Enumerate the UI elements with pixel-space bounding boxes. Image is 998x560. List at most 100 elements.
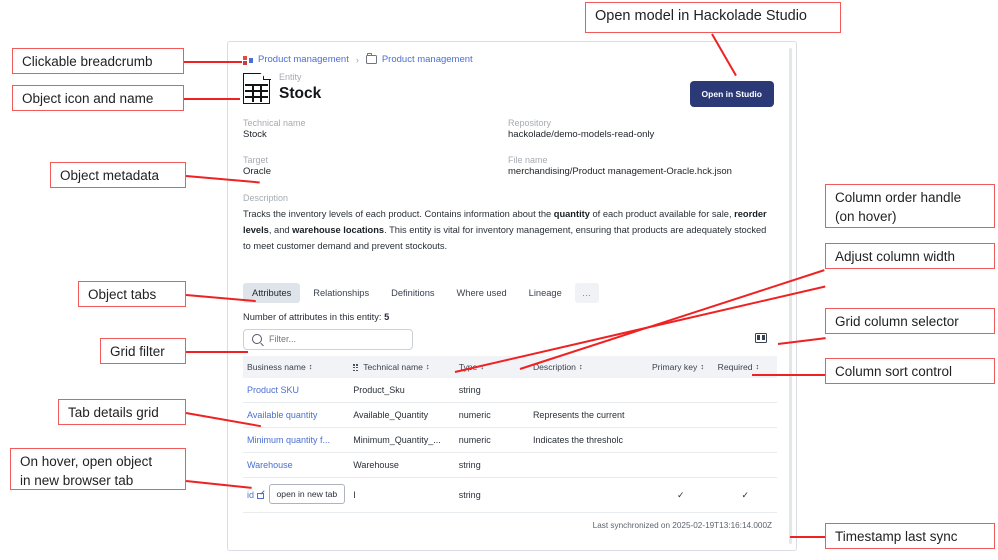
cell-type: string: [454, 378, 529, 404]
object-detail-panel: Product management › Product management …: [227, 41, 797, 551]
breadcrumb[interactable]: Product management › Product management: [243, 53, 774, 65]
panel-scrollbar[interactable]: [789, 48, 792, 544]
open-in-studio-button[interactable]: Open in Studio: [689, 81, 774, 107]
cell-primary-key: ✓: [647, 477, 714, 514]
callout-timestamp-last-sync: Timestamp last sync: [825, 523, 995, 549]
metadata-value: hackolade/demo-models-read-only: [508, 129, 655, 141]
business-name-link[interactable]: Available quantity: [247, 410, 317, 420]
search-input[interactable]: [267, 333, 401, 346]
attribute-count-value: 5: [384, 311, 390, 322]
metadata-value: Stock: [243, 129, 267, 141]
folder-icon: [365, 53, 377, 64]
tab-where-used[interactable]: Where used: [448, 283, 516, 303]
tab-lineage[interactable]: Lineage: [520, 283, 571, 303]
column-header-primary-key[interactable]: Primary key ↕: [647, 355, 714, 379]
business-name-link[interactable]: Product SKU: [247, 385, 299, 395]
column-header-label: Business name: [247, 361, 306, 372]
column-header-technical-name[interactable]: Technical name ↕: [349, 355, 455, 379]
object-header: Entity Stock Open in Studio: [243, 72, 774, 107]
description-emphasis: warehouse locations: [292, 225, 385, 236]
cell-type: string: [454, 477, 529, 514]
cell-required: [713, 402, 777, 429]
cell-technical-name: I: [349, 477, 455, 514]
column-sort-control-icon[interactable]: ↕: [426, 363, 430, 371]
callout-object-tabs: Object tabs: [78, 281, 186, 307]
object-type-label: Entity: [279, 72, 302, 82]
column-sort-control-icon[interactable]: ↕: [700, 363, 704, 371]
cell-description: [528, 378, 648, 404]
column-header-label: Primary key: [651, 361, 698, 372]
cell-primary-key: [647, 427, 714, 454]
breadcrumb-item-folder[interactable]: Product management: [382, 54, 473, 65]
metadata-field-technical-name: Technical name Stock: [243, 117, 508, 142]
cell-type: numeric: [454, 402, 529, 429]
callout-grid-column-selector: Grid column selector: [825, 308, 995, 334]
business-name-link[interactable]: id: [247, 490, 254, 500]
table-row[interactable]: Available quantity Available_Quantity nume…: [243, 402, 777, 429]
table-row[interactable]: Minimum quantity f... Minimum_Quantity_..…: [243, 427, 777, 454]
object-tabs[interactable]: Attributes Relationships Definitions Where …: [243, 282, 774, 303]
column-sort-control-icon[interactable]: ↕: [579, 363, 583, 371]
description-emphasis: quantity: [553, 208, 590, 219]
leader-timestamp: [790, 536, 826, 538]
metadata-label: Technical name: [243, 118, 306, 128]
grid-toolbar: [243, 328, 774, 350]
tab-relationships[interactable]: Relationships: [304, 283, 378, 303]
cell-business-name[interactable]: Minimum quantity f...: [243, 427, 350, 454]
cell-business-name[interactable]: Warehouse: [243, 452, 350, 479]
description-span: Tracks the inventory levels of each prod…: [243, 208, 554, 219]
cell-primary-key: [647, 402, 714, 429]
tab-overflow[interactable]: …: [574, 282, 600, 303]
object-metadata: Technical name Stock Repository hackolad…: [243, 117, 774, 179]
breadcrumb-separator-icon: ›: [355, 54, 359, 65]
callout-adjust-column-width: Adjust column width: [825, 243, 995, 269]
metadata-value: merchandising/Product management-Oracle.…: [508, 166, 732, 178]
cell-required: [713, 452, 777, 479]
column-header-type[interactable]: Type ↕: [454, 355, 529, 379]
cell-description: [528, 452, 648, 479]
metadata-field-target: Target Oracle: [243, 154, 508, 179]
open-in-new-tab-icon[interactable]: [257, 492, 264, 500]
business-name-link[interactable]: Warehouse: [247, 460, 293, 470]
callout-object-icon-name: Object icon and name: [12, 85, 184, 111]
breadcrumb-item-model[interactable]: Product management: [258, 54, 349, 65]
cell-primary-key: [647, 378, 714, 404]
cell-technical-name: Available_Quantity: [349, 402, 455, 429]
attribute-count-label: Number of attributes in this entity:: [243, 311, 385, 322]
cell-business-name[interactable]: id open in new tab: [243, 477, 350, 514]
callout-grid-filter: Grid filter: [100, 338, 186, 364]
table-row[interactable]: Product SKU Product_Sku string: [243, 378, 777, 404]
leader-column-sort: [752, 374, 826, 376]
callout-column-sort-control: Column sort control: [825, 358, 995, 384]
callout-clickable-breadcrumb: Clickable breadcrumb: [12, 48, 184, 74]
tab-definitions[interactable]: Definitions: [382, 283, 443, 303]
metadata-label: File name: [508, 154, 548, 165]
callout-column-order-handle: Column order handle (on hover): [825, 184, 995, 228]
open-in-new-tab-tooltip: open in new tab: [268, 484, 346, 505]
column-order-handle-icon[interactable]: [353, 364, 358, 372]
metadata-field-repository: Repository hackolade/demo-models-read-on…: [508, 117, 774, 142]
model-icon: [243, 55, 253, 65]
cell-required: [713, 427, 777, 454]
column-sort-control-icon[interactable]: ↕: [309, 363, 313, 371]
column-sort-control-icon[interactable]: ↕: [756, 363, 760, 371]
description-span: of each product available for sale,: [589, 208, 735, 219]
cell-primary-key: [647, 452, 714, 479]
description-label: Description: [243, 192, 289, 203]
grid-column-selector-icon[interactable]: [755, 332, 767, 343]
column-header-label: Technical name: [363, 361, 423, 372]
table-row[interactable]: Warehouse Warehouse string: [243, 452, 777, 479]
leader-breadcrumb: [184, 61, 242, 63]
cell-description: [528, 477, 648, 514]
cell-technical-name: Minimum_Quantity_...: [349, 427, 455, 454]
grid-filter[interactable]: [243, 328, 413, 350]
cell-type: numeric: [454, 427, 529, 454]
description-text: Tracks the inventory levels of each prod…: [243, 206, 774, 255]
last-sync-timestamp: Last synchronized on 2025-02-19T13:16:14…: [592, 521, 772, 530]
column-header-business-name[interactable]: Business name ↕: [243, 355, 350, 379]
table-row[interactable]: id open in new tab Istring ✓ ✓: [243, 477, 777, 514]
cell-business-name[interactable]: Product SKU: [243, 378, 350, 404]
cell-type: string: [454, 452, 529, 479]
business-name-link[interactable]: Minimum quantity f...: [247, 435, 330, 445]
cell-technical-name: Product_Sku: [349, 378, 455, 404]
